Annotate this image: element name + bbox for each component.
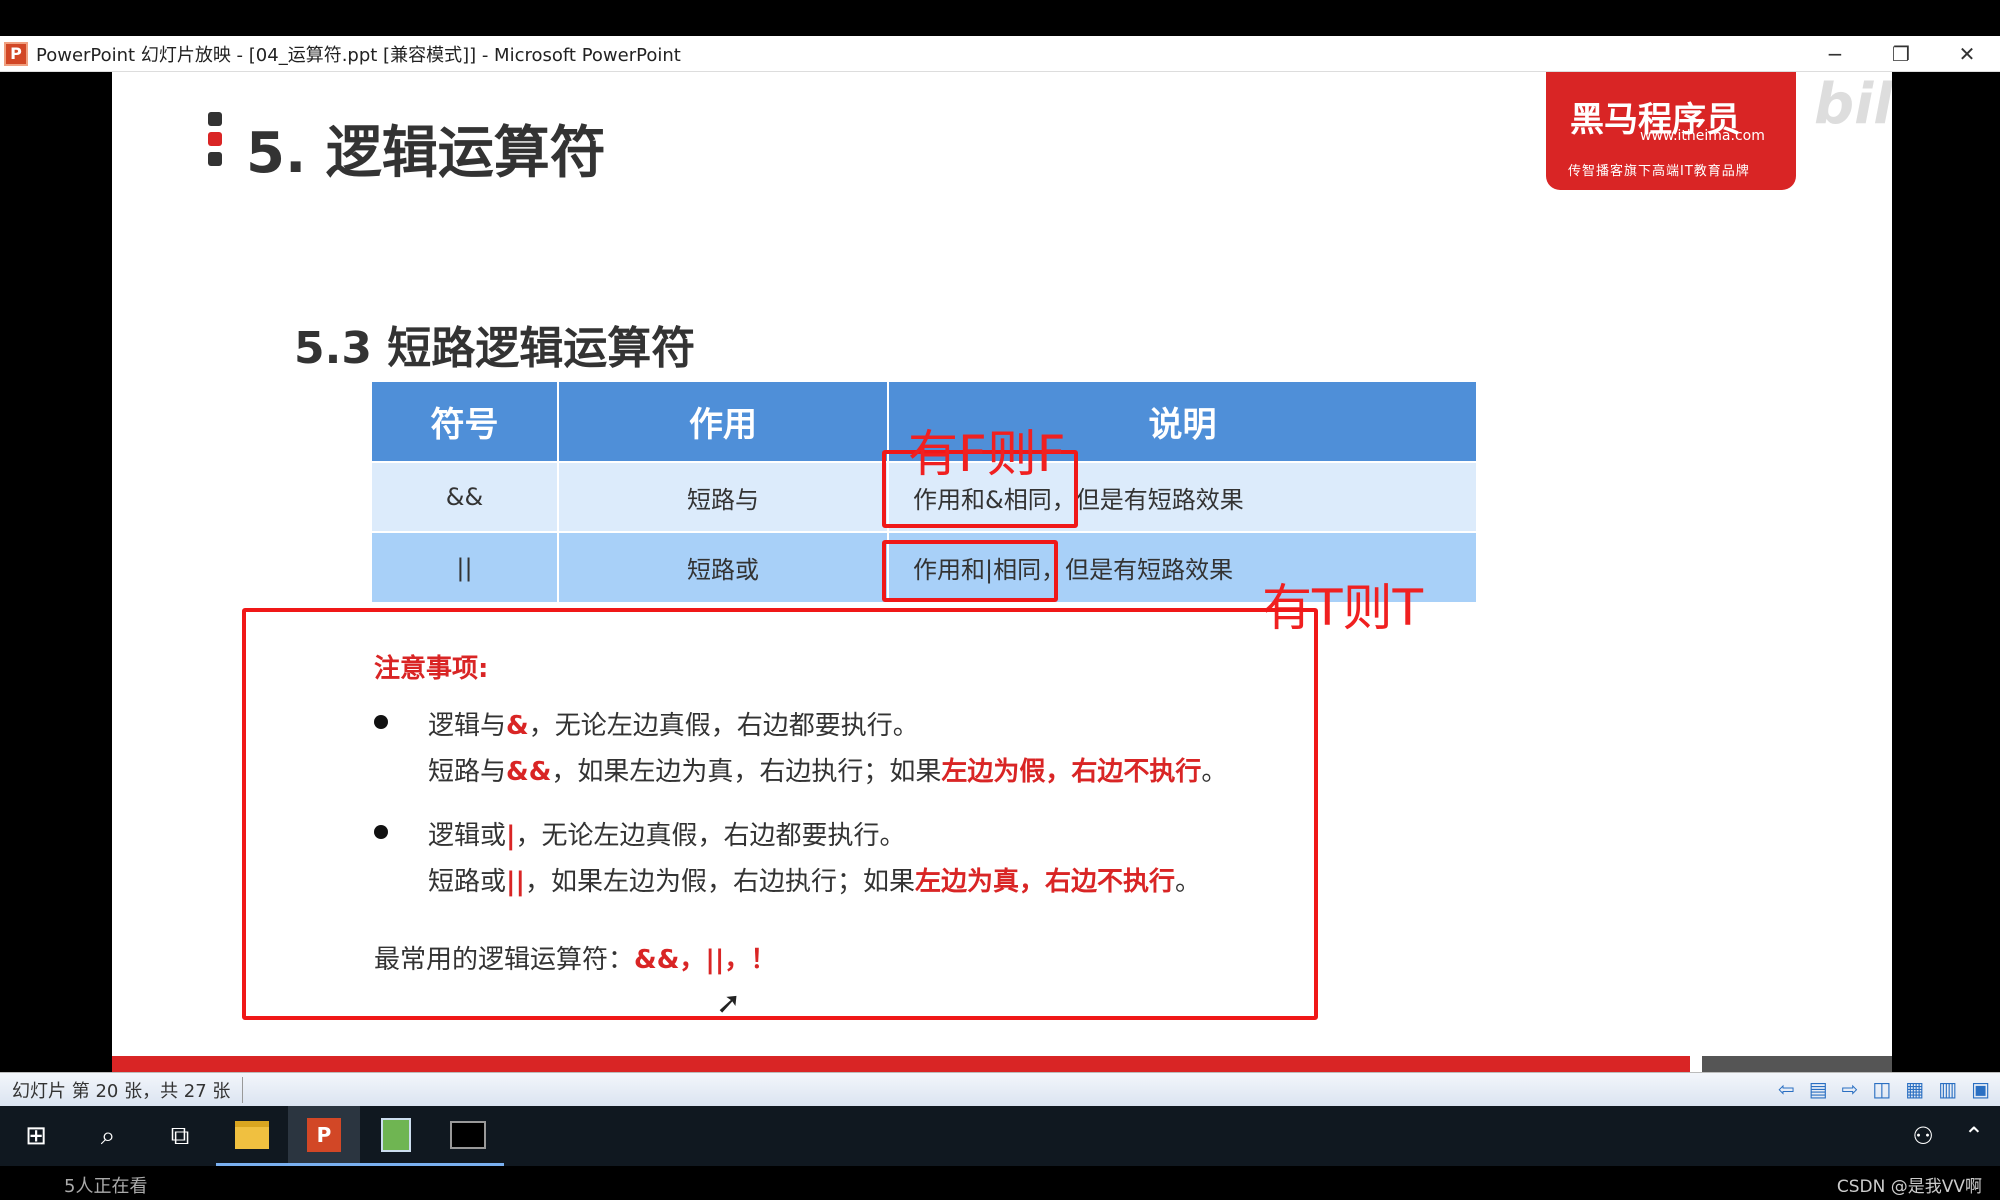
slide-title: 5. 逻辑运算符 [246,121,606,186]
terminal-taskbar-button[interactable] [432,1106,504,1166]
slideshow-view-icon[interactable]: ▣ [1971,1077,1990,1101]
system-tray: ⚇ ⌃ [1912,1106,1984,1166]
notepad-taskbar-button[interactable] [360,1106,432,1166]
desc-rest-text: 但是有短路效果 [1075,485,1244,514]
video-bottom-strip: 5人正在看 CSDN @是我VV啊 [0,1166,2000,1200]
terminal-icon [450,1120,486,1149]
logo-subtitle: 传智播客旗下高端IT教育品牌 [1568,164,1750,179]
window-title: PowerPoint 幻灯片放映 - [04_运算符.ppt [兼容模式]] -… [36,44,681,66]
list-item: 逻辑或|，无论左边真假，右边都要执行。 短路或||，如果左边为假，右边执行；如果… [374,813,1374,905]
note-line: 逻辑或|，无论左边真假，右边都要执行。 [428,821,906,851]
note-line: 短路与&&，如果左边为真，右边执行；如果左边为假，右边不执行。 [428,757,1228,787]
logo-url: www.itheima.com [1640,128,1765,144]
slide-footer-bar [112,1056,1690,1072]
people-icon[interactable]: ⚇ [1912,1122,1934,1150]
table-cell-function: 短路或 [558,531,889,602]
slide-counter: 幻灯片 第 20 张，共 27 张 [0,1076,244,1103]
minimize-button[interactable]: − [1802,36,1868,72]
task-view-icon[interactable]: ⧉ [144,1106,216,1166]
common-operators-line: 最常用的逻辑运算符：&&，||，！ [374,945,777,975]
normal-view-icon[interactable]: ◫ [1872,1077,1891,1101]
table-header: 作用 [558,382,889,462]
window-controls: − ❐ ✕ [1802,36,2000,72]
notepad-icon [381,1117,411,1152]
annotation-box-or [882,540,1058,602]
slide-footer-accent [1702,1056,1892,1072]
list-item: 逻辑与&，无论左边真假，右边都要执行。 短路与&&，如果左边为真，右边执行；如果… [374,703,1374,795]
powerpoint-taskbar-button[interactable]: P [288,1106,360,1166]
powerpoint-icon: P [4,41,28,66]
start-button[interactable]: ⊞ [0,1106,72,1166]
notes-heading: 注意事项: [374,654,489,684]
next-slide-icon[interactable]: ⇨ [1842,1077,1859,1101]
desc-rest-text: 但是有短路效果 [1065,556,1234,584]
left-letterbox [0,72,112,1072]
table-cell-symbol: && [372,461,559,532]
powerpoint-app-icon: P [307,1117,341,1152]
statusbar: 幻灯片 第 20 张，共 27 张 ⇦ ▤ ⇨ ◫ ▦ ▥ ▣ [0,1072,2000,1106]
slide-canvas[interactable]: 5. 逻辑运算符 黑马程序员 www.itheima.com 传智播客旗下高端I… [112,72,1892,1072]
brand-logo: 黑马程序员 www.itheima.com 传智播客旗下高端IT教育品牌 [1546,72,1796,190]
bilibili-watermark-logo: bilibili [1814,72,1892,137]
annotation-text-and: 有F则F [908,425,1066,483]
table-header: 符号 [372,382,559,462]
previous-slide-icon[interactable]: ⇦ [1778,1077,1795,1101]
csdn-watermark: CSDN @是我VV啊 [1836,1177,1982,1197]
table-cell-symbol: || [372,531,559,602]
table-cell-function: 短路与 [558,461,889,532]
chevron-up-icon[interactable]: ⌃ [1964,1122,1984,1150]
taskbar: ⊞ ⌕ ⧉ P ⚇ ⌃ [0,1106,2000,1166]
close-button[interactable]: ✕ [1934,36,2000,72]
bullet-dot-icon [374,825,388,839]
restore-button[interactable]: ❐ [1868,36,1934,72]
slide-subtitle: 5.3 短路逻辑运算符 [294,323,696,374]
reading-view-icon[interactable]: ▥ [1938,1077,1957,1101]
folder-icon [235,1120,269,1149]
bullet-dot-icon [374,715,388,729]
status-icons: ⇦ ▤ ⇨ ◫ ▦ ▥ ▣ [1778,1077,1990,1101]
notes-view-icon[interactable]: ▤ [1809,1077,1828,1101]
note-line: 逻辑与&，无论左边真假，右边都要执行。 [428,711,919,741]
search-icon[interactable]: ⌕ [72,1106,144,1166]
top-status-strip [0,0,2000,36]
title-bullet-icon [208,112,222,172]
viewer-count: 5人正在看 [64,1176,148,1197]
slide-sorter-icon[interactable]: ▦ [1905,1077,1924,1101]
window-titlebar: P PowerPoint 幻灯片放映 - [04_运算符.ppt [兼容模式]]… [0,36,2000,72]
right-letterbox [1892,72,2000,1072]
notes-section: 注意事项: 逻辑与&，无论左边真假，右边都要执行。 短路与&&，如果左边为真，右… [374,648,1374,976]
mouse-cursor-icon: ➚ [716,986,742,1021]
note-line: 短路或||，如果左边为假，右边执行；如果左边为真，右边不执行。 [428,867,1202,897]
file-explorer-button[interactable] [216,1106,288,1166]
